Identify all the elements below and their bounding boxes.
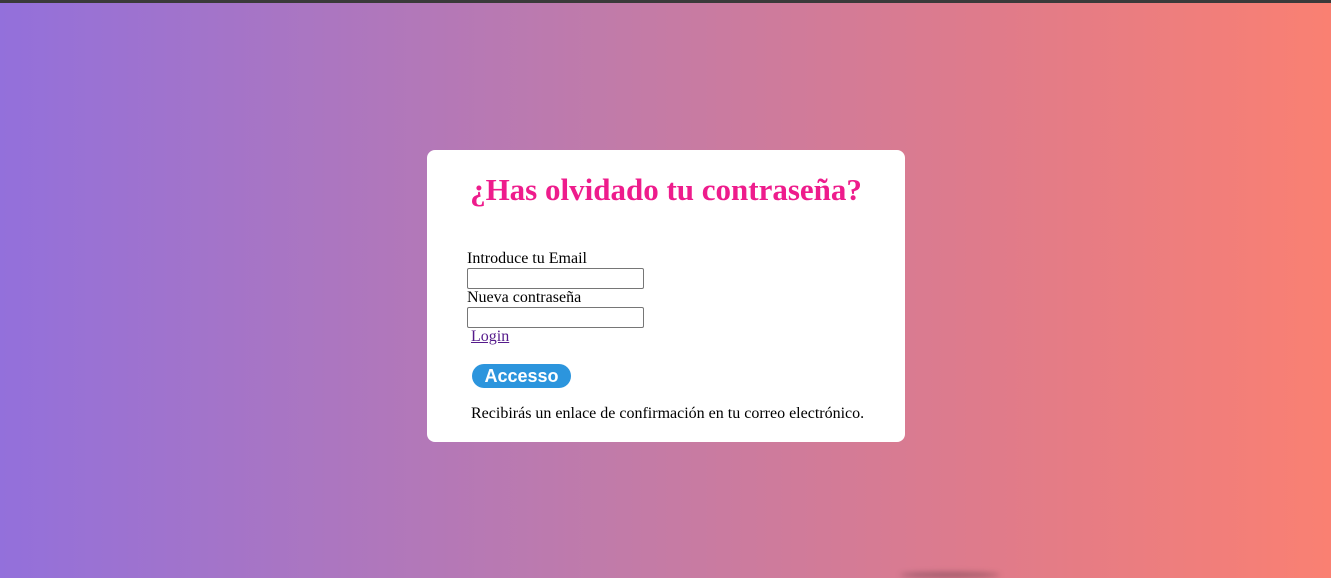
forgot-password-card: ¿Has olvidado tu contraseña? Introduce t… bbox=[427, 150, 905, 442]
access-button[interactable]: Accesso bbox=[472, 364, 571, 388]
new-password-input[interactable] bbox=[467, 307, 644, 328]
confirmation-help-text: Recibirás un enlace de confirmación en t… bbox=[471, 405, 865, 422]
email-input[interactable] bbox=[467, 268, 644, 289]
email-label: Introduce tu Email bbox=[467, 250, 587, 267]
page-title: ¿Has olvidado tu contraseña? bbox=[470, 172, 862, 207]
browser-top-strip bbox=[0, 0, 1331, 3]
new-password-label: Nueva contraseña bbox=[467, 289, 582, 306]
login-link[interactable]: Login bbox=[471, 328, 509, 346]
decorative-shadow bbox=[900, 572, 1000, 578]
